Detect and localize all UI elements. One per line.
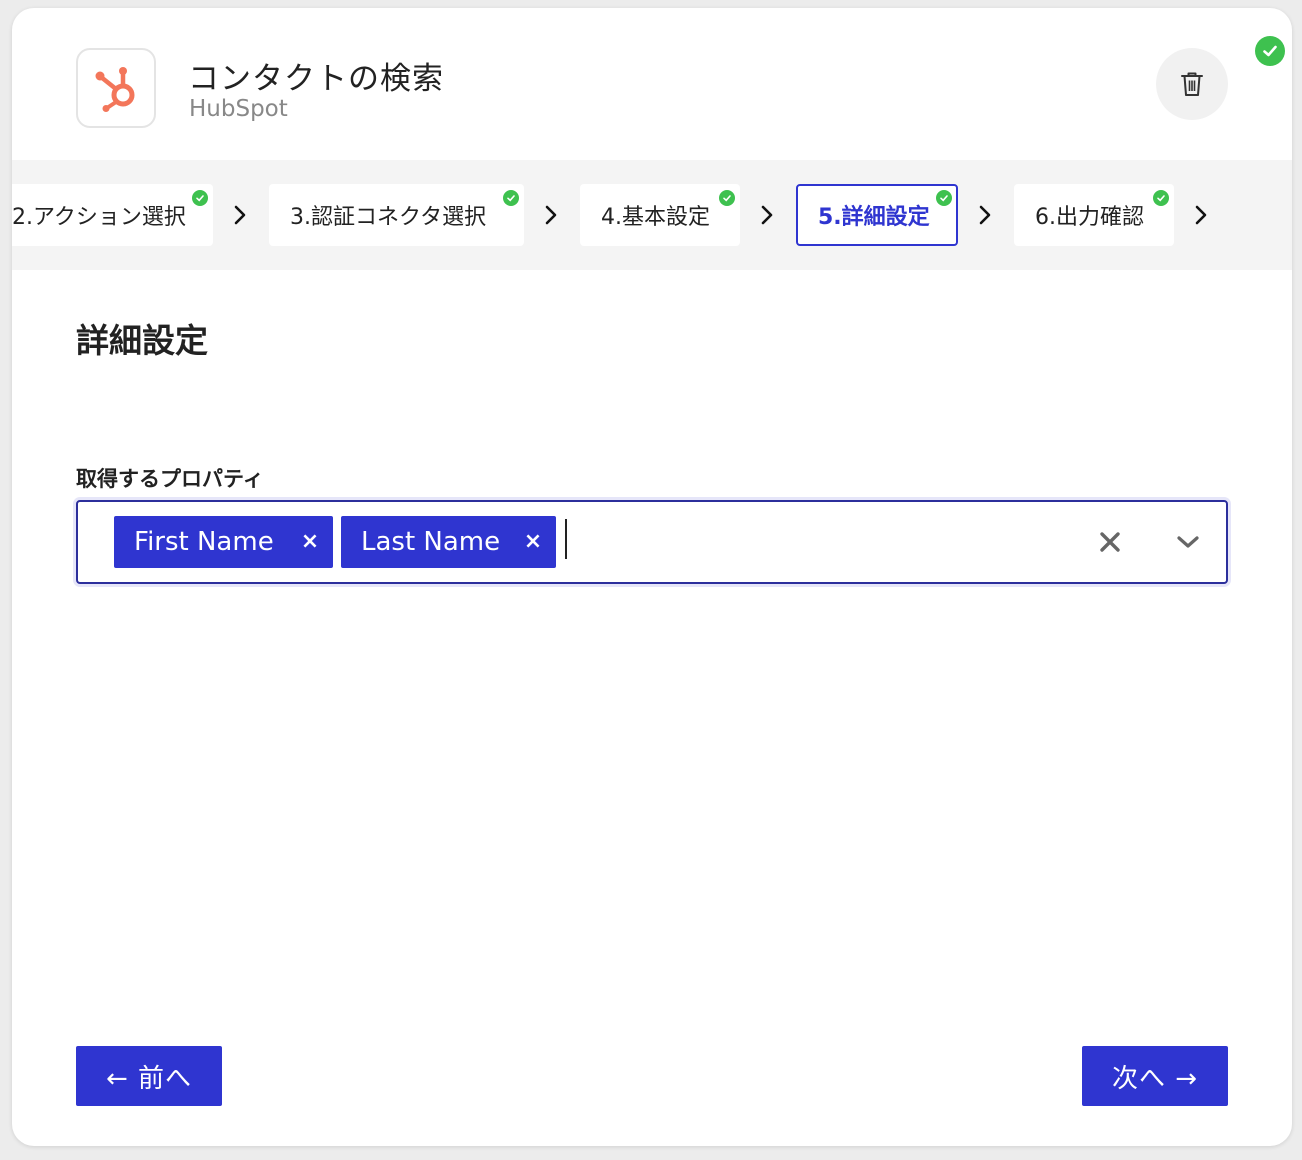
chevron-right-icon[interactable]	[1189, 200, 1213, 230]
app-name: HubSpot	[189, 96, 288, 122]
check-icon	[719, 190, 735, 206]
properties-label: 取得するプロパティ	[76, 467, 264, 491]
text-cursor	[565, 519, 567, 559]
tag-label: First Name	[134, 527, 274, 557]
settings-card: コンタクトの検索 HubSpot 2.アクション選択 3.認証コネクタ選択 4.…	[12, 8, 1292, 1146]
step-label: 5.詳細設定	[818, 205, 930, 230]
chevron-down-icon[interactable]	[1172, 526, 1204, 558]
remove-tag-icon[interactable]: ×	[522, 528, 544, 554]
tag-label: Last Name	[361, 527, 501, 557]
check-icon	[1153, 190, 1169, 206]
tag-first-name: First Name ×	[114, 516, 333, 568]
check-icon	[192, 190, 208, 206]
step-advanced-settings[interactable]: 5.詳細設定	[796, 184, 958, 246]
section-heading: 詳細設定	[76, 321, 208, 360]
remove-tag-icon[interactable]: ×	[299, 528, 321, 554]
step-navigation: 2.アクション選択 3.認証コネクタ選択 4.基本設定 5.詳細設定 6.出力確…	[12, 160, 1292, 270]
check-circle-icon	[1255, 36, 1285, 66]
step-label: 6.出力確認	[1035, 205, 1144, 230]
prev-button[interactable]: ← 前へ	[76, 1046, 222, 1106]
check-icon	[503, 190, 519, 206]
next-button[interactable]: 次へ →	[1082, 1046, 1228, 1106]
chevron-right-icon	[539, 200, 563, 230]
delete-button[interactable]	[1156, 48, 1228, 120]
step-label: 3.認証コネクタ選択	[290, 205, 487, 230]
tag-last-name: Last Name ×	[341, 516, 556, 568]
clear-all-icon[interactable]	[1094, 526, 1126, 558]
trash-icon	[1181, 72, 1203, 96]
chevron-right-icon	[755, 200, 779, 230]
page-title: コンタクトの検索	[188, 61, 444, 97]
hubspot-logo-icon	[76, 48, 156, 128]
step-output-check[interactable]: 6.出力確認	[1014, 184, 1174, 246]
check-icon	[936, 190, 952, 206]
step-label: 2.アクション選択	[12, 205, 186, 230]
chevron-right-icon	[228, 200, 252, 230]
properties-multiselect[interactable]: First Name × Last Name ×	[76, 500, 1228, 584]
chevron-right-icon	[973, 200, 997, 230]
step-action-select[interactable]: 2.アクション選択	[12, 184, 213, 246]
step-label: 4.基本設定	[601, 205, 710, 230]
step-basic-settings[interactable]: 4.基本設定	[580, 184, 740, 246]
step-connector-select[interactable]: 3.認証コネクタ選択	[269, 184, 524, 246]
